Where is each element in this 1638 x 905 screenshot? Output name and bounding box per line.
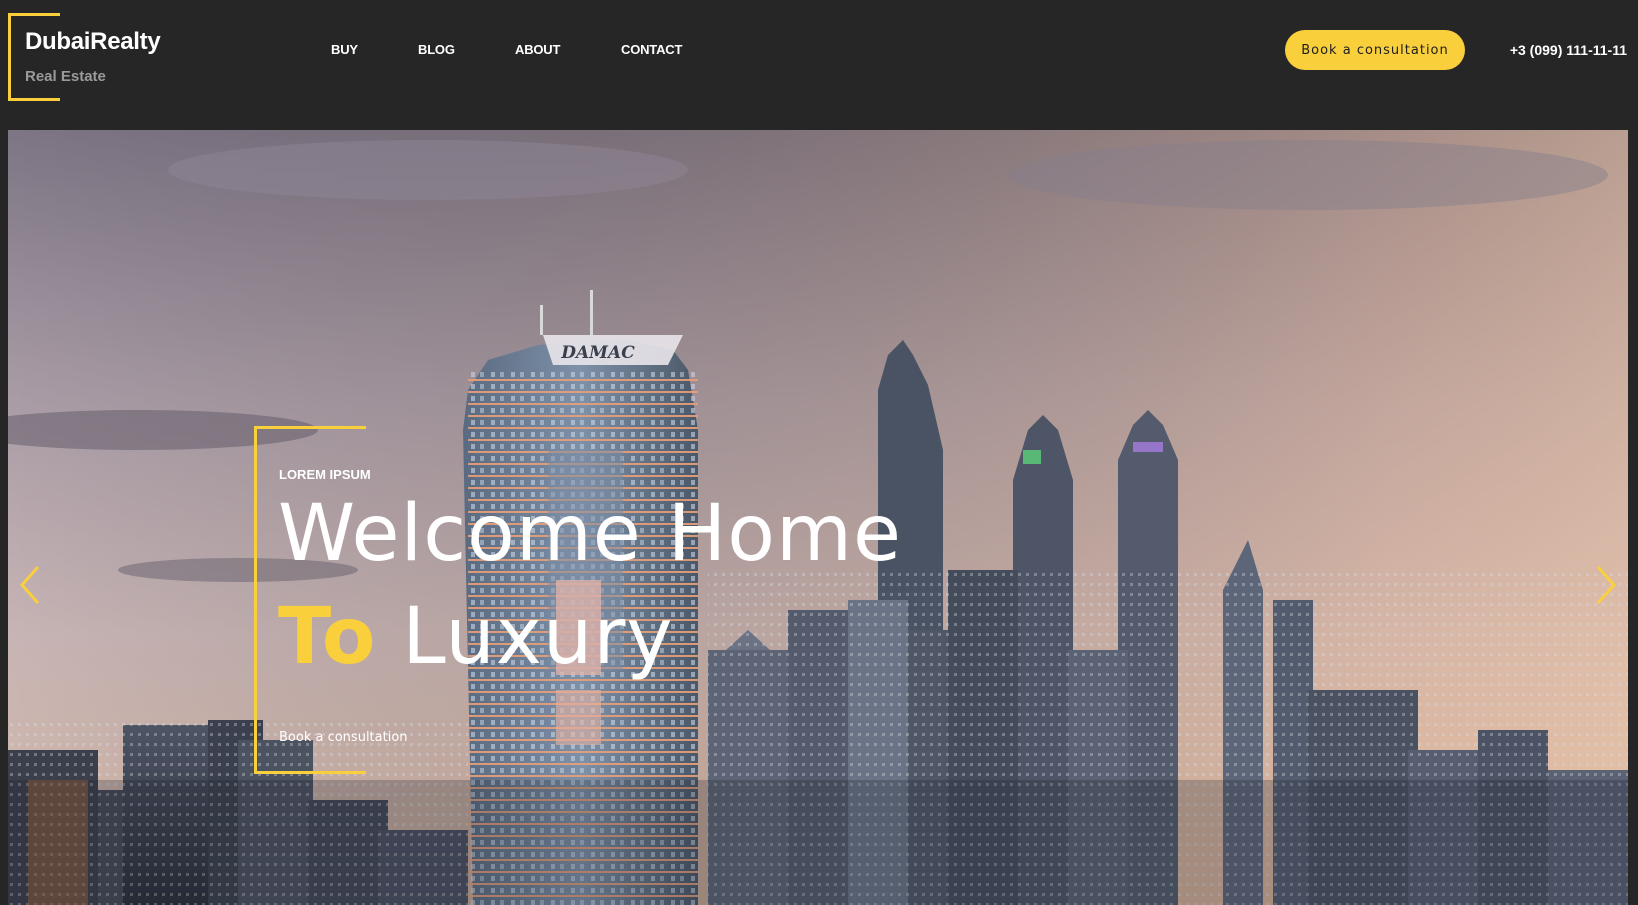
building-sign: DAMAC [560,343,635,363]
nav-blog[interactable]: BLOG [418,42,455,57]
chevron-right-icon[interactable] [1590,563,1620,607]
hero-book-consultation-link[interactable]: Book a consultation [279,730,408,745]
logo-bracket [8,13,60,101]
chevron-left-icon[interactable] [16,563,46,607]
nav-about[interactable]: ABOUT [515,42,560,57]
book-consultation-button[interactable]: Book a consultation [1285,30,1465,70]
nav-contact[interactable]: CONTACT [621,42,682,57]
hero-headline-rest: Luxury [402,592,674,682]
site-header: DubaiRealty Real Estate BUY BLOG ABOUT C… [0,0,1638,130]
hero-headline-accent: To [278,592,377,682]
logo-title[interactable]: DubaiRealty [25,28,161,56]
hero-headline-line2: To Luxury [278,598,674,676]
hero-eyebrow: LOREM IPSUM [279,467,371,482]
logo-tagline: Real Estate [25,68,106,85]
phone-number[interactable]: +3 (099) 111-11-11 [1510,42,1627,58]
hero-headline-line1: Welcome Home [278,489,902,579]
hero-slider: DAMAC LOREM IPSUM Welcome Home To Luxury… [8,130,1628,905]
nav-buy[interactable]: BUY [331,42,358,57]
